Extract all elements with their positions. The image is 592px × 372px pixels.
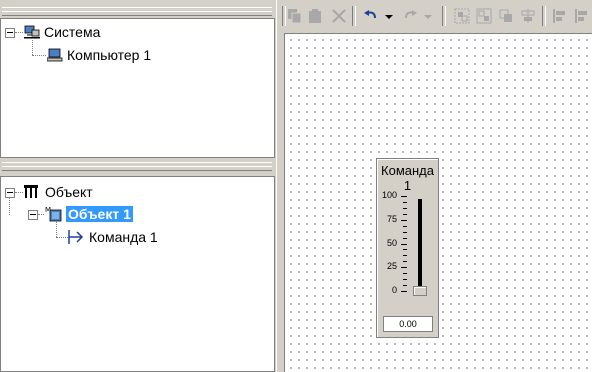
scale-minor-tick (403, 285, 407, 287)
scale-major-tick (401, 243, 407, 245)
copy-icon[interactable] (287, 8, 303, 24)
object-item-icon: M (44, 205, 62, 222)
toolbar-separator (542, 6, 546, 26)
system-tree-pane: Система Компьютер 1 (0, 18, 275, 158)
tree-item-computer[interactable]: Компьютер 1 (67, 47, 151, 63)
slider-thumb[interactable] (413, 286, 427, 296)
toolbar-separator (442, 6, 446, 26)
value-field[interactable]: 0.00 (383, 316, 433, 332)
scale-label: 75 (386, 213, 397, 224)
scale-minor-tick (403, 225, 407, 227)
collapse-system-toggle[interactable] (5, 28, 15, 38)
scale-minor-tick (403, 201, 407, 203)
toolbar-separator (282, 6, 286, 26)
scale-label: 0 (391, 285, 397, 295)
tree-item-command1[interactable]: Команда 1 (89, 229, 158, 245)
tree-line (15, 32, 23, 34)
tree-item-system[interactable]: Система (44, 24, 100, 40)
scale-minor-tick (403, 255, 407, 257)
scale-minor-tick (403, 273, 407, 275)
paste-icon[interactable] (307, 8, 323, 24)
bring-front-icon[interactable] (498, 8, 514, 24)
tree-line (56, 222, 58, 237)
align-left-icon[interactable] (552, 8, 568, 24)
command-widget[interactable]: Команда 1 100 75 50 25 0 0.00 (376, 158, 439, 338)
scale-major-tick (401, 196, 407, 197)
command-arrow-icon (67, 229, 85, 245)
scale-minor-tick (403, 213, 407, 215)
tree-line (32, 55, 46, 57)
scale-major-tick (401, 219, 407, 221)
scale-major-tick (401, 291, 407, 292)
scale-major-tick (401, 267, 407, 269)
redo-dropdown-icon[interactable] (423, 8, 433, 24)
align-center-icon[interactable] (573, 8, 589, 24)
tree-line (9, 197, 11, 215)
redo-icon[interactable] (402, 8, 418, 24)
scale-label: 100 (381, 190, 397, 200)
undo-icon[interactable] (363, 8, 379, 24)
computer-icon (46, 48, 63, 62)
scale-minor-tick (403, 231, 407, 233)
pane-grip-top-2 (2, 11, 272, 16)
tree-line (32, 40, 34, 55)
widget-title: Команда 1 (381, 163, 434, 193)
group-icon[interactable] (454, 8, 470, 24)
scale-minor-tick (403, 207, 407, 209)
computer-network-icon (24, 25, 40, 39)
object-root-icon (23, 184, 39, 199)
send-back-icon[interactable] (520, 8, 536, 24)
scale-minor-tick (403, 279, 407, 281)
cut-icon[interactable] (331, 8, 347, 24)
tree-line (15, 192, 23, 194)
slider-track[interactable] (418, 199, 422, 295)
object-tree-pane: Объект M Объект 1 Команда 1 (0, 176, 275, 372)
scale-label: 25 (386, 261, 397, 272)
scale-minor-tick (403, 249, 407, 251)
ungroup-icon[interactable] (476, 8, 492, 24)
scale-minor-tick (403, 237, 407, 239)
undo-dropdown-icon[interactable] (384, 8, 394, 24)
toolbar-separator (352, 6, 356, 26)
toolbar (282, 0, 592, 34)
scale-minor-tick (403, 261, 407, 263)
tree-item-object1[interactable]: Объект 1 (66, 206, 133, 222)
pane-grip-middle-2 (2, 166, 272, 171)
collapse-object1-toggle[interactable] (28, 210, 38, 220)
scale-label: 50 (386, 237, 397, 248)
tree-item-object-root[interactable]: Объект (45, 184, 93, 200)
